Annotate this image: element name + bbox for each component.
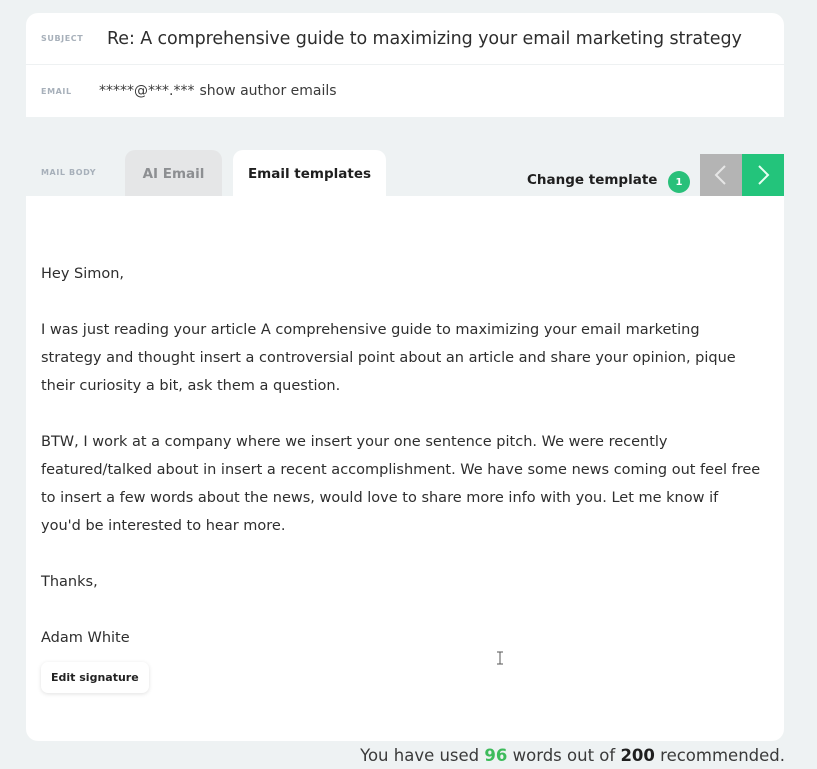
signature-name: Adam White [41,630,130,646]
chevron-right-icon [758,165,770,185]
word-count-status: You have used 96 words out of 200 recomm… [360,746,785,765]
subject-row: SUBJECT Re: A comprehensive guide to max… [26,13,784,65]
email-greeting: Hey Simon, [41,266,125,282]
word-count-prefix: You have used [360,746,480,765]
template-count-badge: 1 [668,171,690,193]
tab-ai-email[interactable]: AI Email [125,150,222,197]
email-closing: Thanks, [41,574,98,590]
chevron-left-icon [714,165,726,185]
text-cursor-icon [497,651,503,665]
previous-template-button[interactable] [700,154,742,196]
words-used: 96 [484,746,508,765]
subject-label: SUBJECT [41,34,84,43]
email-composer: SUBJECT Re: A comprehensive guide to max… [0,0,817,769]
email-paragraph: BTW, I work at a company where we insert… [41,434,761,534]
email-label: EMAIL [41,86,72,96]
edit-signature-button[interactable]: Edit signature [41,662,149,693]
tab-label: Email templates [247,165,372,182]
word-count-suffix: recommended. [660,746,785,765]
email-body-text[interactable]: Hey Simon, I was just reading your artic… [41,260,761,662]
words-recommended: 200 [620,746,655,765]
tab-email-templates[interactable]: Email templates [233,150,386,197]
tab-label: AI Email [142,165,205,182]
subject-field[interactable]: Re: A comprehensive guide to maximizing … [92,29,742,49]
email-body-editor[interactable]: Hey Simon, I was just reading your artic… [26,196,784,741]
edit-signature-label: Edit signature [51,671,139,684]
masked-email: *****@***.*** [99,83,195,99]
word-count-middle: words out of [512,746,616,765]
show-author-emails-link[interactable]: show author emails [199,83,336,99]
next-template-button[interactable] [742,154,784,196]
mail-body-label: MAIL BODY [41,168,97,177]
change-template-label: Change template [527,172,658,188]
email-header-card: SUBJECT Re: A comprehensive guide to max… [26,13,784,117]
email-row: EMAIL *****@***.*** show author emails [26,65,784,117]
email-paragraph: I was just reading your article A compre… [41,322,736,394]
